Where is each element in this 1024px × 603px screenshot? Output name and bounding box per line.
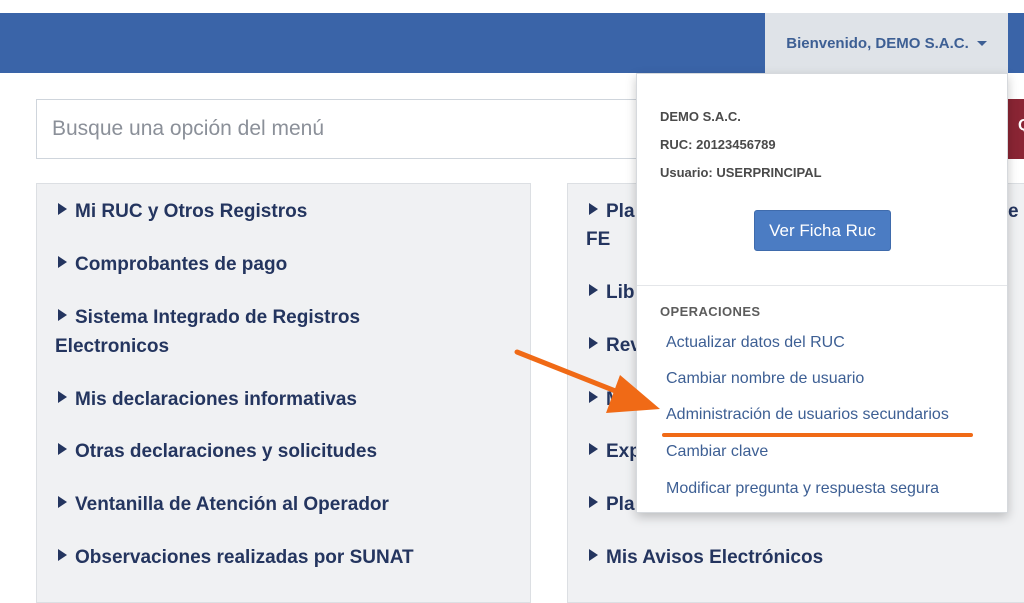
menu-item-right-6[interactable]: Pla (589, 490, 635, 519)
menu-item-right-5[interactable]: Exp (589, 437, 641, 466)
search-button[interactable]: Q (1006, 99, 1024, 159)
triangle-right-icon (58, 549, 67, 561)
triangle-right-icon (58, 309, 67, 321)
menu-item-declaraciones[interactable]: Mis declaraciones informativas (58, 385, 357, 414)
link-actualizar-datos-ruc[interactable]: Actualizar datos del RUC (666, 334, 845, 352)
ruc-number: RUC: 20123456789 (660, 137, 776, 152)
menu-item-right-3[interactable]: Rev (589, 331, 641, 360)
triangle-right-icon (589, 284, 598, 296)
operations-header: OPERACIONES (660, 304, 761, 319)
triangle-right-icon (58, 443, 67, 455)
caret-down-icon (976, 40, 987, 46)
link-cambiar-nombre-usuario[interactable]: Cambiar nombre de usuario (666, 370, 864, 388)
company-name: DEMO S.A.C. (660, 109, 741, 124)
divider (637, 285, 1007, 286)
triangle-right-icon (589, 443, 598, 455)
menu-item-otras-declaraciones[interactable]: Otras declaraciones y solicitudes (58, 437, 377, 466)
menu-item-right-1[interactable]: Pla (589, 197, 635, 226)
triangle-right-icon (58, 256, 67, 268)
user-menu-toggle[interactable]: Bienvenido, DEMO S.A.C. (765, 13, 1008, 73)
link-modificar-pregunta-segura[interactable]: Modificar pregunta y respuesta segura (666, 480, 939, 498)
triangle-right-icon (589, 203, 598, 215)
triangle-right-icon (58, 391, 67, 403)
triangle-right-icon (589, 496, 598, 508)
triangle-right-icon (589, 549, 598, 561)
menu-item-right-1-line2: FE (586, 229, 611, 250)
annotation-underline (662, 433, 973, 437)
user-greeting: Bienvenido, DEMO S.A.C. (786, 34, 969, 52)
menu-item-sistema-integrado[interactable]: Sistema Integrado de Registros Electronic… (55, 303, 455, 361)
triangle-right-icon (58, 496, 67, 508)
ver-ficha-ruc-button[interactable]: Ver Ficha Ruc (754, 210, 891, 251)
user-dropdown-menu: DEMO S.A.C. RUC: 20123456789 Usuario: US… (636, 73, 1008, 513)
menu-panel-left: Mi RUC y Otros Registros Comprobantes de… (36, 183, 531, 603)
menu-item-right-4[interactable]: Mi (589, 385, 627, 414)
triangle-right-icon (58, 203, 67, 215)
triangle-right-icon (589, 337, 598, 349)
menu-item-mis-avisos[interactable]: Mis Avisos Electrónicos (589, 543, 823, 572)
link-cambiar-clave[interactable]: Cambiar clave (666, 443, 768, 461)
username: Usuario: USERPRINCIPAL (660, 165, 822, 180)
top-stripe (0, 0, 1024, 13)
menu-item-right-1-cut: e I (1008, 201, 1024, 222)
menu-item-comprobantes[interactable]: Comprobantes de pago (58, 250, 287, 279)
link-administracion-usuarios-secundarios[interactable]: Administración de usuarios secundarios (666, 406, 949, 424)
menu-item-mi-ruc[interactable]: Mi RUC y Otros Registros (58, 197, 307, 226)
menu-item-ventanilla[interactable]: Ventanilla de Atención al Operador (58, 490, 389, 519)
menu-item-observaciones[interactable]: Observaciones realizadas por SUNAT (58, 543, 414, 572)
menu-item-right-2[interactable]: Lib (589, 278, 635, 307)
triangle-right-icon (589, 391, 598, 403)
